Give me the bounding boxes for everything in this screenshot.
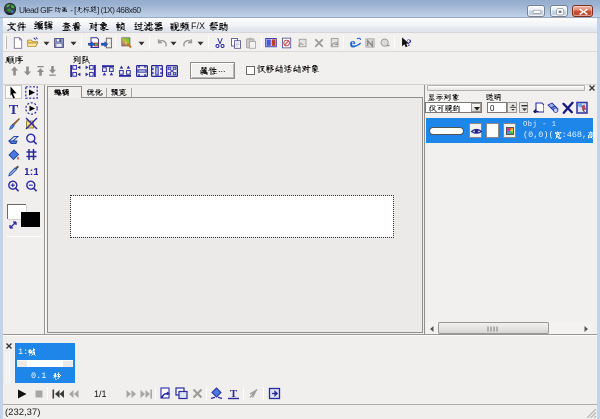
svg-text:1:1: 1:1	[25, 166, 38, 177]
svg-text:e: e	[350, 37, 356, 49]
svg-text:?: ?	[407, 38, 412, 49]
svg-text:T: T	[9, 103, 19, 115]
